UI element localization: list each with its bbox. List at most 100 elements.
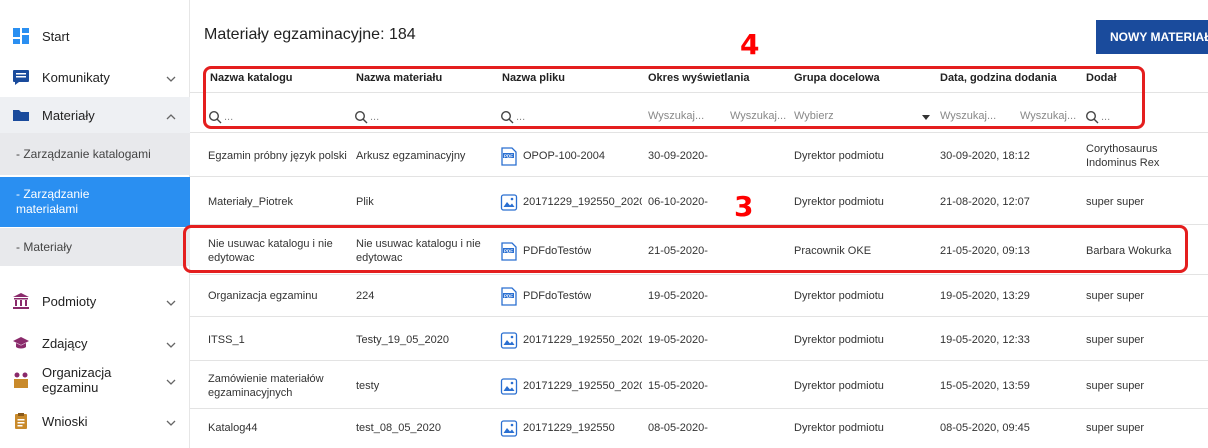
sidebar-item-start[interactable]: Start xyxy=(0,24,190,48)
table-cell-material[interactable]: Nie usuwac katalogu i nie edytowac xyxy=(356,228,496,274)
table-cell-okres[interactable]: 15-05-2020- xyxy=(648,364,788,408)
table-cell-data[interactable]: 19-05-2020, 12:33 xyxy=(940,320,1080,360)
sidebar-subitem-materialy[interactable]: - Materiały xyxy=(0,228,190,266)
cell-text: ITSS_1 xyxy=(208,334,245,346)
cell-text: Katalog44 xyxy=(208,422,258,434)
table-cell-dodal[interactable]: Corythosaurus Indominus Rex xyxy=(1086,136,1208,176)
table-cell-grupa[interactable]: Dyrektor podmiotu xyxy=(794,320,934,360)
table-cell-material[interactable]: 224 xyxy=(356,276,496,316)
table-cell-material[interactable]: testy xyxy=(356,364,496,408)
dashboard-icon xyxy=(12,27,30,45)
sidebar-item-materialy[interactable]: Materiały xyxy=(0,97,190,133)
filter-grupa-select[interactable]: Wybierz xyxy=(794,110,930,122)
filter-data-from[interactable]: Wyszukaj... xyxy=(940,110,996,122)
table-cell-katalog[interactable]: Materiały_Piotrek xyxy=(208,180,348,224)
table-cell-grupa[interactable]: Pracownik OKE xyxy=(794,228,934,274)
cell-text: Nie usuwac katalogu i nie edytowac xyxy=(356,238,481,264)
file-name: PDFdoTestów xyxy=(523,245,592,257)
column-header-data[interactable]: Data, godzina dodania xyxy=(940,72,1057,84)
cell-text: 21-05-2020- xyxy=(648,245,708,257)
column-header-katalog[interactable]: Nazwa katalogu xyxy=(210,72,293,84)
filter-plik[interactable]: ... xyxy=(500,110,525,124)
table-cell-plik[interactable]: 20171229_192550 xyxy=(500,408,642,448)
sidebar-item-wnioski[interactable]: Wnioski xyxy=(0,408,190,434)
table-cell-data[interactable]: 19-05-2020, 13:29 xyxy=(940,276,1080,316)
cell-text: test_08_05_2020 xyxy=(356,422,442,434)
table-cell-material[interactable]: Plik xyxy=(356,180,496,224)
table-cell-katalog[interactable]: Organizacja egzaminu xyxy=(208,276,348,316)
filter-data-to[interactable]: Wyszukaj... xyxy=(1020,110,1076,122)
table-cell-data[interactable]: 15-05-2020, 13:59 xyxy=(940,364,1080,408)
pdf-file-icon: PDF xyxy=(501,146,517,166)
table-cell-material[interactable]: test_08_05_2020 xyxy=(356,408,496,448)
table-cell-plik[interactable]: 20171229_192550_2020 xyxy=(500,180,642,224)
table-cell-data[interactable]: 30-09-2020, 18:12 xyxy=(940,136,1080,176)
filter-dodal[interactable]: ... xyxy=(1085,110,1110,124)
sidebar-item-label: Organizacja egzaminu xyxy=(42,365,112,395)
table-cell-plik[interactable]: PDF OPOP-100-2004 xyxy=(500,136,642,176)
table-cell-plik[interactable]: PDF PDFdoTestów xyxy=(500,228,642,274)
cell-text: testy xyxy=(356,380,380,392)
cell-text: 19-05-2020, 13:29 xyxy=(940,290,1030,302)
table-cell-data[interactable]: 08-05-2020, 09:45 xyxy=(940,408,1080,448)
table-cell-material[interactable]: Testy_19_05_2020 xyxy=(356,320,496,360)
sidebar-item-podmioty[interactable]: Podmioty xyxy=(0,288,190,314)
sidebar-subitem-zarzadzanie-katalogami[interactable]: - Zarządzanie katalogami xyxy=(0,133,190,175)
table-cell-grupa[interactable]: Dyrektor podmiotu xyxy=(794,408,934,448)
filter-katalog[interactable]: ... xyxy=(208,110,233,124)
table-cell-dodal[interactable]: super super xyxy=(1086,320,1208,360)
table-cell-okres[interactable]: 21-05-2020- xyxy=(648,228,788,274)
table-cell-grupa[interactable]: Dyrektor podmiotu xyxy=(794,276,934,316)
table-cell-katalog[interactable]: Katalog44 xyxy=(208,408,348,448)
table-cell-material[interactable]: Arkusz egzaminacyjny xyxy=(356,136,496,176)
table-cell-dodal[interactable]: super super xyxy=(1086,180,1208,224)
cell-text: Dyrektor podmiotu xyxy=(794,290,884,302)
file-name: 20171229_192550 xyxy=(523,422,615,434)
cell-text: Pracownik OKE xyxy=(794,245,872,257)
table-cell-katalog[interactable]: Nie usuwac katalogu i nie edytowac xyxy=(208,228,348,274)
table-cell-grupa[interactable]: Dyrektor podmiotu xyxy=(794,180,934,224)
new-material-button[interactable]: NOWY MATERIAŁ xyxy=(1096,20,1208,54)
cell-text: super super xyxy=(1086,334,1145,346)
column-header-dodal[interactable]: Dodał xyxy=(1086,72,1117,84)
column-header-okres[interactable]: Okres wyświetlania xyxy=(648,72,750,84)
cell-text: 08-05-2020, 09:45 xyxy=(940,422,1030,434)
sidebar-item-organizacja[interactable]: Organizacja egzaminu xyxy=(0,362,190,398)
table-cell-okres[interactable]: 19-05-2020- xyxy=(648,320,788,360)
table-cell-katalog[interactable]: ITSS_1 xyxy=(208,320,348,360)
column-header-grupa[interactable]: Grupa docelowa xyxy=(794,72,880,84)
table-cell-grupa[interactable]: Dyrektor podmiotu xyxy=(794,364,934,408)
filter-okres-from[interactable]: Wyszukaj... xyxy=(648,110,704,122)
table-cell-data[interactable]: 21-08-2020, 12:07 xyxy=(940,180,1080,224)
table-cell-dodal[interactable]: super super xyxy=(1086,408,1208,448)
filter-material[interactable]: ... xyxy=(354,110,379,124)
table-cell-grupa[interactable]: Dyrektor podmiotu xyxy=(794,136,934,176)
cell-text: 30-09-2020- xyxy=(648,150,708,162)
image-file-icon xyxy=(500,193,518,211)
table-cell-okres[interactable]: 08-05-2020- xyxy=(648,408,788,448)
table-cell-dodal[interactable]: super super xyxy=(1086,276,1208,316)
file-name: 20171229_192550_2020 xyxy=(523,334,642,346)
cell-text: 224 xyxy=(356,290,375,302)
table-cell-plik[interactable]: 20171229_192550_2020 xyxy=(500,320,642,360)
table-cell-dodal[interactable]: super super xyxy=(1086,364,1208,408)
table-cell-data[interactable]: 21-05-2020, 09:13 xyxy=(940,228,1080,274)
table-cell-dodal[interactable]: Barbara Wokurka xyxy=(1086,228,1208,274)
table-cell-plik[interactable]: 20171229_192550_2020 xyxy=(500,364,642,408)
cell-text: super super xyxy=(1086,422,1145,434)
sidebar-item-zdajacy[interactable]: Zdający xyxy=(0,330,190,356)
table-cell-katalog[interactable]: Egzamin próbny język polski xyxy=(208,136,348,176)
sidebar-subitem-zarzadzanie-materialami[interactable]: - Zarządzanie materiałami xyxy=(0,177,190,227)
table-cell-okres[interactable]: 30-09-2020- xyxy=(648,136,788,176)
column-header-material[interactable]: Nazwa materiału xyxy=(356,72,442,84)
sidebar-item-label: Komunikaty xyxy=(42,69,110,85)
dropdown-arrow-icon xyxy=(922,115,930,120)
filter-okres-to[interactable]: Wyszukaj... xyxy=(730,110,786,122)
table-cell-okres[interactable]: 06-10-2020- xyxy=(648,180,788,224)
table-cell-katalog[interactable]: Zamówienie materiałów egzaminacyjnych xyxy=(208,364,348,408)
search-icon xyxy=(208,110,222,124)
table-cell-plik[interactable]: PDF PDFdoTestów xyxy=(500,276,642,316)
table-cell-okres[interactable]: 19-05-2020- xyxy=(648,276,788,316)
column-header-plik[interactable]: Nazwa pliku xyxy=(502,72,565,84)
sidebar-item-komunikaty[interactable]: Komunikaty xyxy=(0,64,190,90)
